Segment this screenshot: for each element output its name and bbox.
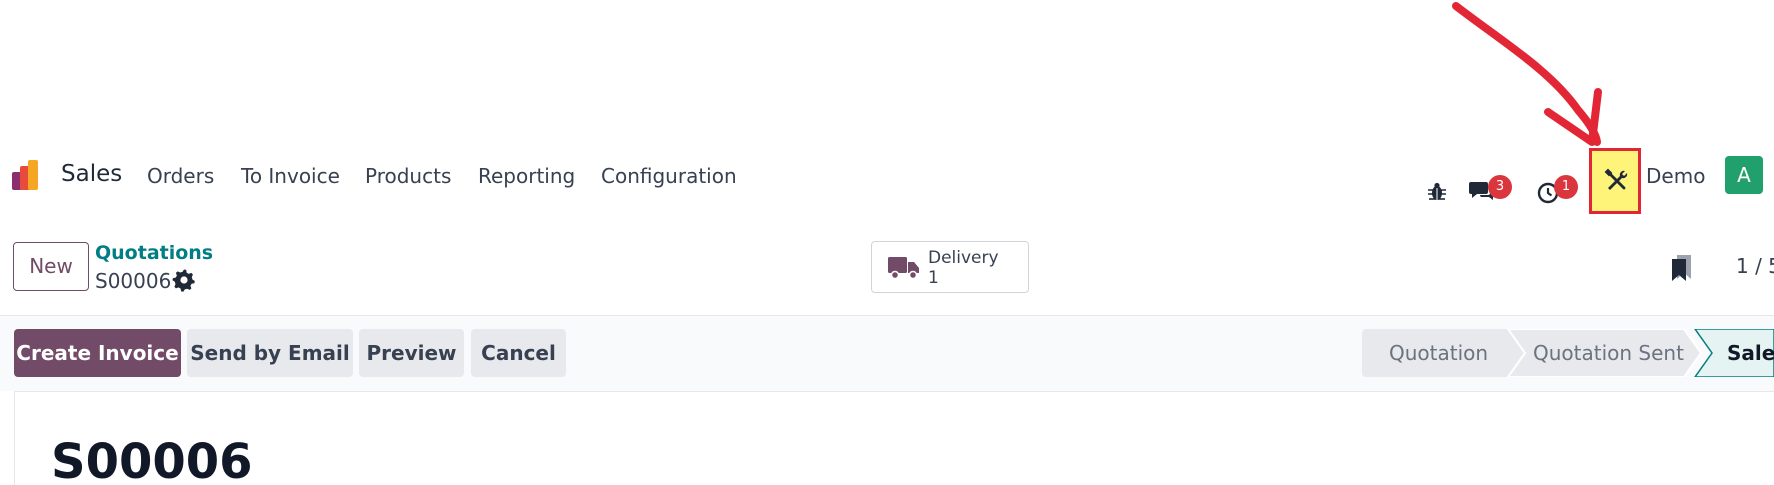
record-title: S00006: [51, 434, 253, 485]
stage-quotation[interactable]: Quotation: [1389, 329, 1488, 377]
menu-configuration[interactable]: Configuration: [601, 164, 737, 188]
status-bar: Create Invoice Send by Email Preview Can…: [0, 316, 1774, 391]
app-name[interactable]: Sales: [61, 161, 122, 187]
bug-icon[interactable]: [1427, 182, 1447, 202]
bookmark-icon[interactable]: [1669, 253, 1695, 283]
control-panel: New Quotations S00006 Delivery 1 1 / 5: [0, 212, 1774, 316]
truck-icon: [888, 257, 919, 280]
sales-app-icon[interactable]: [12, 158, 46, 192]
create-invoice-button[interactable]: Create Invoice: [14, 329, 181, 377]
form-sheet: S00006: [14, 391, 1774, 485]
delivery-smart-button[interactable]: Delivery 1: [871, 241, 1029, 293]
tools-icon: [1604, 168, 1628, 190]
delivery-count: 1: [928, 268, 939, 288]
stage-sales-order[interactable]: Sales Order: [1727, 329, 1774, 377]
cancel-button[interactable]: Cancel: [471, 329, 566, 377]
debug-tools-button[interactable]: [1589, 148, 1641, 214]
gear-icon[interactable]: [172, 268, 196, 292]
breadcrumb-current-record: S00006: [95, 269, 172, 293]
delivery-label: Delivery: [928, 248, 999, 268]
preview-button[interactable]: Preview: [359, 329, 464, 377]
breadcrumb-quotations[interactable]: Quotations: [95, 242, 213, 264]
avatar[interactable]: A: [1725, 156, 1763, 194]
menu-orders[interactable]: Orders: [147, 164, 214, 188]
activities-badge: 1: [1554, 175, 1578, 199]
top-navbar: Sales Orders To Invoice Products Reporti…: [0, 148, 1774, 214]
new-button[interactable]: New: [13, 242, 89, 291]
stage-quotation-sent[interactable]: Quotation Sent: [1533, 329, 1684, 377]
messages-badge: 3: [1488, 175, 1512, 199]
pager-value[interactable]: 1 / 5: [1736, 254, 1774, 278]
menu-to-invoice[interactable]: To Invoice: [241, 164, 340, 188]
user-name[interactable]: Demo: [1646, 164, 1705, 188]
menu-products[interactable]: Products: [365, 164, 451, 188]
send-by-email-button[interactable]: Send by Email: [187, 329, 353, 377]
menu-reporting[interactable]: Reporting: [478, 164, 575, 188]
